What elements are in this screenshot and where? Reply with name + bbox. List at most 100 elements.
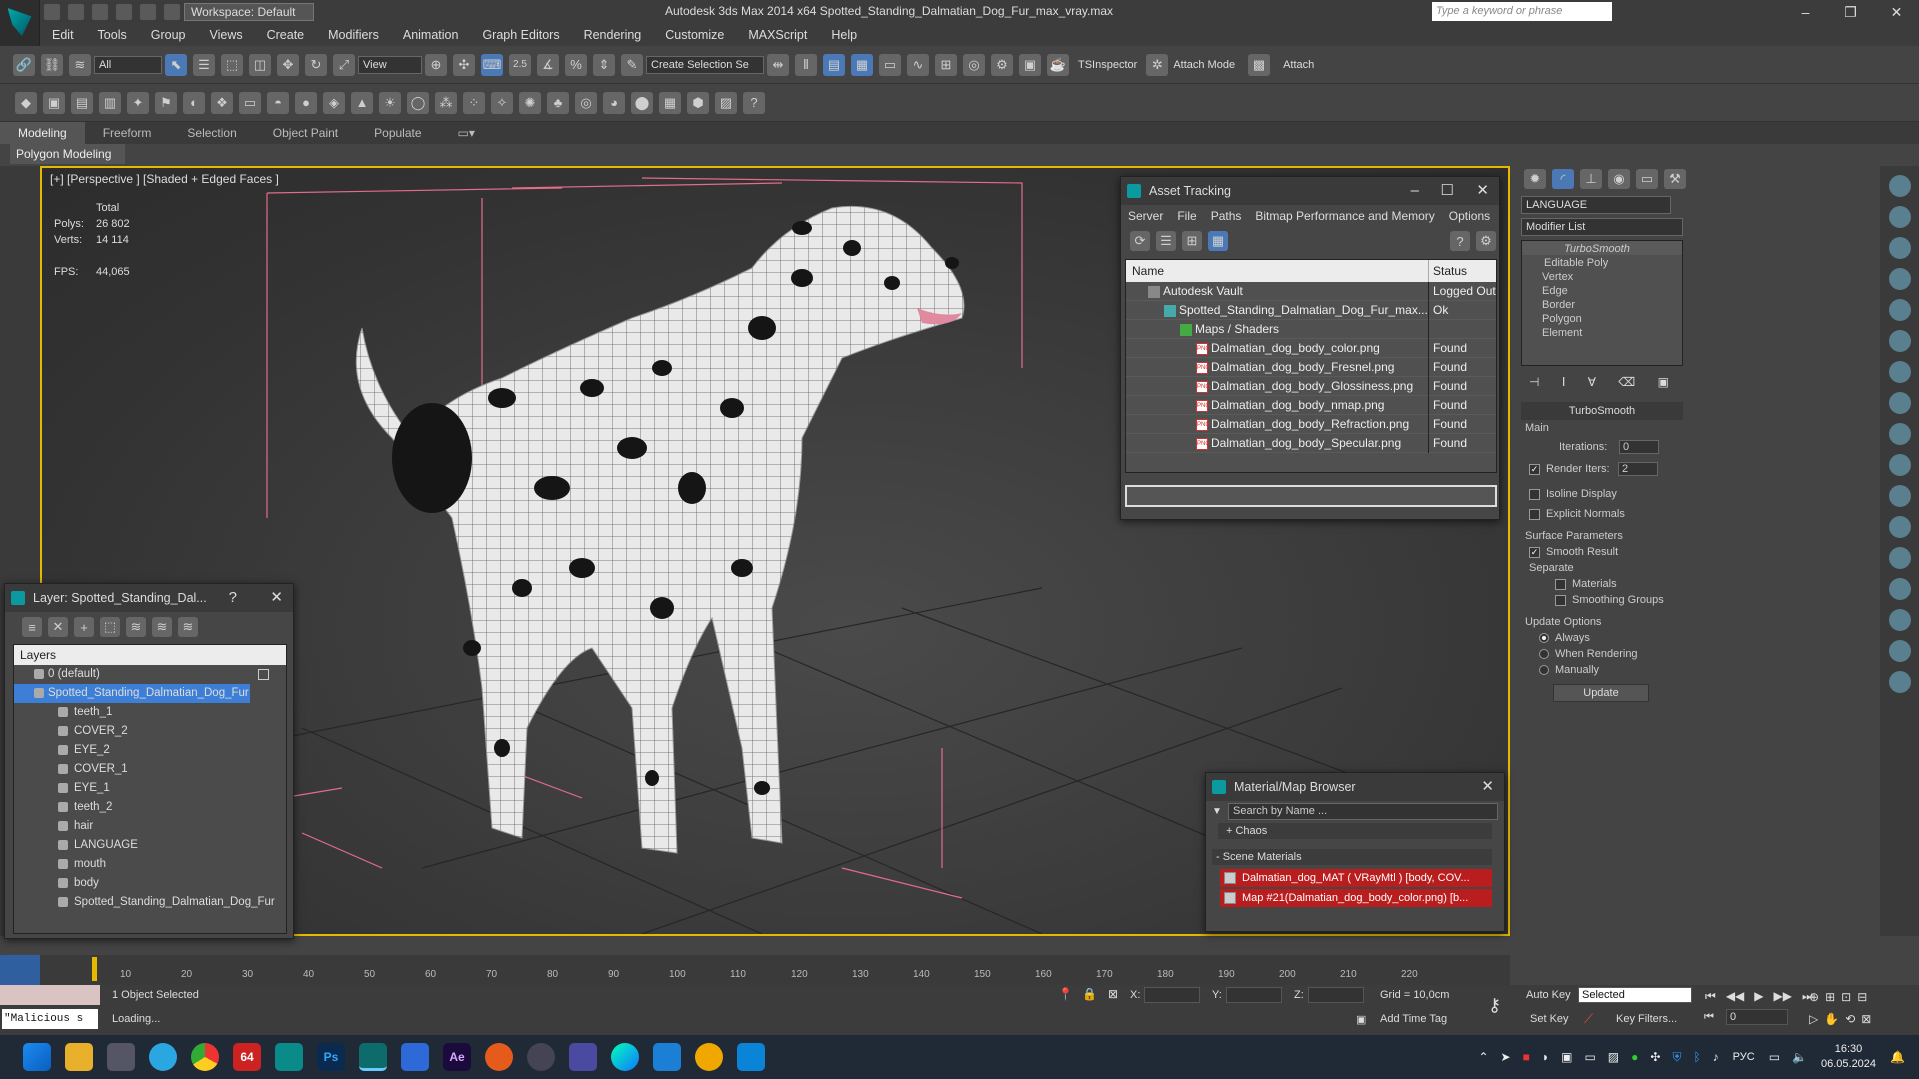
vray-frame-buffer-icon[interactable]: ▣ — [43, 91, 65, 114]
remove-modifier-icon[interactable]: ⌫ — [1618, 375, 1635, 389]
3dsmax-active-icon[interactable] — [359, 1043, 387, 1071]
material-item[interactable]: Dalmatian_dog_MAT ( VRayMtl ) [body, COV… — [1220, 869, 1492, 887]
select-layer-icon[interactable]: ⬚ — [100, 617, 120, 637]
vray-render-elements-icon[interactable]: ⬢ — [687, 91, 709, 114]
material-item[interactable]: Map #21(Dalmatian_dog_body_color.png) [b… — [1220, 889, 1492, 907]
vray-toolbar-icon-2[interactable]: ▥ — [99, 91, 121, 114]
app-icon-blue[interactable] — [653, 1043, 681, 1071]
vray-hdri-icon[interactable]: ◎ — [575, 91, 597, 114]
asset-tracking-window[interactable]: Asset Tracking – ☐ ✕ Server File Paths B… — [1120, 176, 1500, 520]
select-manipulate-icon[interactable]: ✣ — [453, 53, 475, 76]
configure-sets-icon[interactable]: ▣ — [1658, 375, 1669, 389]
hold-icon[interactable] — [164, 4, 180, 20]
menu-file[interactable]: File — [1170, 205, 1203, 227]
rotate-icon[interactable]: ↻ — [305, 53, 327, 76]
menu-customize[interactable]: Customize — [653, 24, 736, 46]
volume-tray-icon[interactable]: ♪ — [1713, 1050, 1719, 1064]
materials-checkbox[interactable] — [1555, 578, 1566, 590]
vray-volume-icon[interactable]: ✧ — [491, 91, 513, 114]
tray-icon-3[interactable]: ▨ — [1608, 1050, 1619, 1064]
table-row[interactable]: Autodesk Vault Logged Out — [1126, 282, 1496, 301]
scene-explorer-icon[interactable]: ▤ — [823, 53, 845, 76]
menu-tools[interactable]: Tools — [86, 24, 139, 46]
select-object-icon[interactable]: ⬉ — [165, 53, 187, 76]
smooth-result-checkbox[interactable]: ✓ — [1529, 546, 1540, 558]
attach-mode-label[interactable]: Attach Mode — [1173, 59, 1235, 71]
manually-row[interactable]: Manually — [1539, 664, 1697, 676]
zoom-extents-all-icon[interactable]: ⊟ — [1857, 990, 1867, 1004]
object-name-field[interactable]: LANGUAGE — [1521, 196, 1671, 214]
zoom-extents-icon[interactable]: ⊡ — [1841, 990, 1851, 1004]
list-item[interactable]: body — [14, 874, 286, 893]
vray-fur-icon[interactable]: ⁂ — [435, 91, 457, 114]
selection-filter-dropdown[interactable]: All — [94, 55, 162, 74]
materials-row[interactable]: Materials — [1555, 578, 1697, 590]
attach-label[interactable]: Attach — [1283, 59, 1314, 71]
3dsmax-2014-icon[interactable] — [275, 1043, 303, 1071]
y-coordinate-field[interactable] — [1226, 987, 1282, 1003]
vray-sphere-light-icon[interactable]: ● — [295, 91, 317, 114]
language-indicator[interactable]: РУС — [1733, 1051, 1755, 1063]
material-browser-titlebar[interactable]: Material/Map Browser ✕ — [1206, 773, 1504, 801]
smoothing-groups-row[interactable]: Smoothing Groups — [1555, 594, 1697, 606]
search-input[interactable]: Type a keyword or phrase — [1432, 2, 1612, 21]
vray-sidebar-icon-3[interactable] — [1888, 237, 1911, 259]
list-item[interactable]: teeth_2 — [14, 798, 286, 817]
close-icon[interactable]: ✕ — [1476, 177, 1489, 205]
maxscript-listener[interactable] — [0, 985, 100, 1005]
isoline-checkbox[interactable] — [1529, 488, 1540, 500]
headset-tray-icon[interactable]: ◗ — [1542, 1050, 1549, 1064]
hierarchy-tab-icon[interactable]: ⊥ — [1580, 169, 1602, 189]
vray-dome-light-icon[interactable]: ◓ — [267, 91, 289, 114]
previous-frame-icon[interactable]: ◀◀ — [1726, 989, 1744, 1003]
open-file-icon[interactable] — [68, 4, 84, 20]
current-frame-field[interactable]: 0 — [1726, 1009, 1788, 1025]
asset-table[interactable]: Name Status Autodesk Vault Logged Out Spo… — [1125, 259, 1497, 473]
timeline[interactable]: 10 20 30 40 50 60 70 80 90 100 110 120 130 140 150 160 1… — [40, 955, 1510, 985]
render-iters-spinner[interactable]: 2 — [1618, 462, 1658, 476]
show-end-result-icon[interactable]: Ⅰ — [1562, 375, 1566, 389]
go-to-start-icon[interactable]: ⏮ — [1705, 989, 1716, 1004]
chrome-icon[interactable] — [191, 1043, 219, 1071]
select-by-name-icon[interactable]: ☰ — [193, 53, 215, 76]
vray-sidebar-icon-9[interactable] — [1888, 423, 1911, 445]
vray-sidebar-icon-16[interactable] — [1888, 640, 1911, 662]
maximize-icon[interactable]: ☐ — [1441, 177, 1454, 205]
always-row[interactable]: Always — [1539, 632, 1697, 644]
material-search-input[interactable]: Search by Name ... — [1228, 802, 1498, 820]
table-row[interactable]: PNGDalmatian_dog_body_Fresnel.png Found — [1126, 358, 1496, 377]
iterations-spinner[interactable]: 0 — [1619, 440, 1659, 454]
minimize-icon[interactable]: – — [1411, 177, 1419, 205]
vray-sidebar-icon-15[interactable] — [1888, 609, 1911, 631]
undo-icon[interactable] — [116, 4, 132, 20]
list-item[interactable]: COVER_2 — [14, 722, 286, 741]
display-icon[interactable]: ▭ — [1769, 1050, 1780, 1064]
app-tray-icon-red[interactable]: ■ — [1523, 1050, 1530, 1064]
key-icon[interactable]: ⚷ — [1488, 995, 1501, 1016]
menu-rendering[interactable]: Rendering — [572, 24, 654, 46]
media-app-icon[interactable] — [569, 1043, 597, 1071]
menu-modifiers[interactable]: Modifiers — [316, 24, 391, 46]
spinner-snap-icon[interactable]: ⇕ — [593, 53, 615, 76]
vray-lister-icon[interactable]: ▦ — [659, 91, 681, 114]
add-time-tag[interactable]: Add Time Tag — [1380, 1013, 1447, 1025]
refresh-icon[interactable]: ⟳ — [1130, 231, 1150, 251]
key-mode-toggle-icon[interactable]: ⏮ — [1704, 1011, 1714, 1024]
tray-icon-5[interactable]: ✣ — [1650, 1050, 1660, 1064]
vray-sidebar-icon-14[interactable] — [1888, 578, 1911, 600]
dalmatian-dog-model[interactable] — [332, 188, 992, 908]
vray-sun-icon[interactable]: ☀ — [379, 91, 401, 114]
key-mode-dropdown[interactable]: Selected — [1578, 987, 1692, 1003]
list-item[interactable]: EYE_2 — [14, 741, 286, 760]
list-item[interactable]: mouth — [14, 855, 286, 874]
vray-sidebar-icon-8[interactable] — [1888, 392, 1911, 414]
modifier-stack[interactable]: TurboSmooth Editable Poly Vertex Edge Bo… — [1521, 240, 1683, 366]
clock[interactable]: 16:30 06.05.2024 — [1821, 1042, 1876, 1072]
always-radio[interactable] — [1539, 633, 1549, 644]
help-icon[interactable]: ? — [1450, 231, 1470, 251]
vray-sidebar-icon-1[interactable] — [1888, 175, 1911, 197]
ribbon-toggle-icon[interactable]: ▭ — [879, 53, 901, 76]
update-button[interactable]: Update — [1553, 684, 1649, 702]
stack-editable-poly[interactable]: Editable Poly — [1522, 255, 1682, 269]
table-row[interactable]: PNGDalmatian_dog_body_Specular.png Found — [1126, 434, 1496, 453]
